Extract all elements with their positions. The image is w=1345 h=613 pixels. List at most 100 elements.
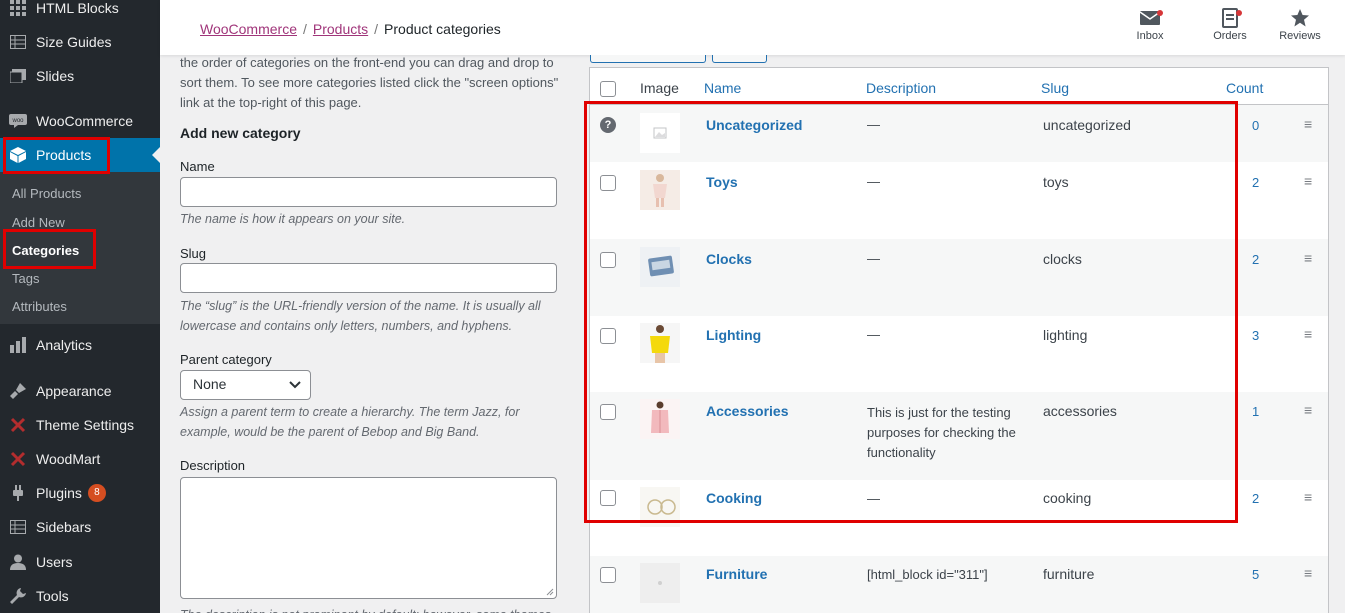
menu-html-blocks[interactable]: HTML Blocks [0, 0, 160, 25]
inbox-label: Inbox [1136, 30, 1164, 42]
intro-line: the order of categories on the front-end… [180, 55, 554, 70]
submenu-all-products[interactable]: All Products [12, 186, 81, 201]
menu-tools[interactable]: Tools [0, 579, 160, 613]
breadcrumb-separator: / [303, 21, 307, 37]
drag-handle-icon[interactable]: ≡ [1304, 402, 1312, 418]
orders-notification-dot [1236, 10, 1242, 16]
column-count[interactable]: Count [1226, 80, 1263, 96]
x-icon [8, 415, 28, 435]
brush-icon [8, 381, 28, 401]
parent-help-line: Assign a parent term to create a hierarc… [180, 405, 520, 419]
menu-size-guides[interactable]: Size Guides [0, 25, 160, 59]
category-count[interactable]: 0 [1252, 118, 1259, 133]
drag-handle-icon[interactable]: ≡ [1304, 116, 1312, 132]
breadcrumb: WooCommerce / Products / Product categories [200, 21, 501, 37]
intro-line: sort them. To see more categories listed… [180, 75, 559, 90]
slug-input[interactable] [180, 263, 557, 293]
slug-help-line: lowercase and contains only letters, num… [180, 319, 513, 333]
resize-handle-icon[interactable] [546, 588, 554, 596]
category-description: [html_block id="311"] [867, 567, 988, 582]
plug-icon [8, 483, 28, 503]
apply-button[interactable] [712, 55, 767, 63]
drag-handle-icon[interactable]: ≡ [1304, 326, 1312, 342]
menu-woodmart[interactable]: WoodMart [0, 442, 160, 476]
breadcrumb-woocommerce[interactable]: WooCommerce [200, 21, 297, 37]
drag-handle-icon[interactable]: ≡ [1304, 173, 1312, 189]
menu-woocommerce[interactable]: woo WooCommerce [0, 104, 160, 138]
menu-label: WoodMart [36, 451, 101, 467]
column-slug[interactable]: Slug [1041, 80, 1069, 96]
intro-text: the order of categories on the front-end… [180, 53, 575, 113]
name-input[interactable] [180, 177, 557, 207]
intro-line: link at the top-right of this page. [180, 95, 362, 110]
menu-label: Analytics [36, 337, 93, 353]
orders-icon [1200, 8, 1260, 30]
category-name-link[interactable]: Furniture [706, 566, 767, 582]
description-label: Description [180, 458, 246, 473]
star-icon [1270, 8, 1330, 30]
reviews-label: Reviews [1279, 30, 1321, 42]
category-count[interactable]: 5 [1252, 567, 1259, 582]
column-description[interactable]: Description [866, 80, 936, 96]
drag-handle-icon[interactable]: ≡ [1304, 565, 1312, 581]
submenu-tags[interactable]: Tags [12, 271, 39, 286]
orders-label: Orders [1213, 30, 1247, 42]
menu-label: Slides [36, 68, 75, 84]
woo-icon: woo [8, 111, 28, 131]
menu-analytics[interactable]: Analytics [0, 328, 160, 362]
category-slug: furniture [1043, 566, 1095, 582]
category-thumbnail [640, 563, 680, 603]
category-count[interactable]: 3 [1252, 328, 1259, 343]
submenu-attributes[interactable]: Attributes [12, 299, 67, 314]
menu-users[interactable]: Users [0, 545, 160, 579]
bulk-action-select[interactable] [590, 55, 706, 63]
admin-sidebar: HTML Blocks Size Guides Slides woo WooCo… [0, 0, 160, 613]
menu-plugins[interactable]: Plugins 8 [0, 476, 160, 510]
drag-handle-icon[interactable]: ≡ [1304, 250, 1312, 266]
parent-select-value: None [193, 376, 227, 392]
category-count[interactable]: 1 [1252, 404, 1259, 419]
column-name[interactable]: Name [704, 80, 741, 96]
parent-help-line: example, would be the parent of Bebop an… [180, 425, 480, 439]
orders-button[interactable]: Orders [1200, 8, 1260, 42]
inbox-notification-dot [1157, 10, 1163, 16]
select-all-checkbox[interactable] [600, 81, 616, 97]
table-icon [8, 517, 28, 537]
slug-label: Slug [180, 246, 207, 261]
chevron-down-icon [289, 374, 301, 397]
description-textarea[interactable] [180, 477, 557, 599]
menu-label: Theme Settings [36, 417, 135, 433]
inbox-button[interactable]: Inbox [1120, 8, 1180, 42]
svg-text:woo: woo [11, 118, 24, 124]
wrench-icon [8, 586, 28, 606]
menu-appearance[interactable]: Appearance [0, 374, 160, 408]
drag-handle-icon[interactable]: ≡ [1304, 489, 1312, 505]
user-icon [8, 552, 28, 572]
x-icon [8, 449, 28, 469]
row-checkbox[interactable] [600, 567, 616, 583]
breadcrumb-separator: / [374, 21, 379, 37]
menu-label: Sidebars [36, 519, 92, 535]
highlight-products [3, 137, 110, 174]
menu-label: Users [36, 554, 73, 570]
grid-icon [8, 0, 28, 18]
menu-theme-settings[interactable]: Theme Settings [0, 408, 160, 442]
parent-label: Parent category [180, 352, 272, 367]
parent-select[interactable]: None [180, 370, 311, 400]
reviews-button[interactable]: Reviews [1270, 8, 1330, 42]
top-bar: WooCommerce / Products / Product categories … [160, 0, 1345, 55]
menu-sidebars[interactable]: Sidebars [0, 510, 160, 544]
category-count[interactable]: 2 [1252, 175, 1259, 190]
breadcrumb-current: Product categories [384, 21, 501, 37]
category-count[interactable]: 2 [1252, 252, 1259, 267]
menu-slides[interactable]: Slides [0, 59, 160, 93]
slides-icon [8, 66, 28, 86]
parent-help: Assign a parent term to create a hierarc… [180, 402, 565, 442]
highlight-categories [3, 229, 96, 269]
table-icon [8, 32, 28, 52]
menu-label: Size Guides [36, 34, 112, 50]
menu-label: Appearance [36, 383, 112, 399]
category-count[interactable]: 2 [1252, 491, 1259, 506]
breadcrumb-products[interactable]: Products [313, 21, 368, 37]
submenu-add-new[interactable]: Add New [12, 215, 65, 230]
